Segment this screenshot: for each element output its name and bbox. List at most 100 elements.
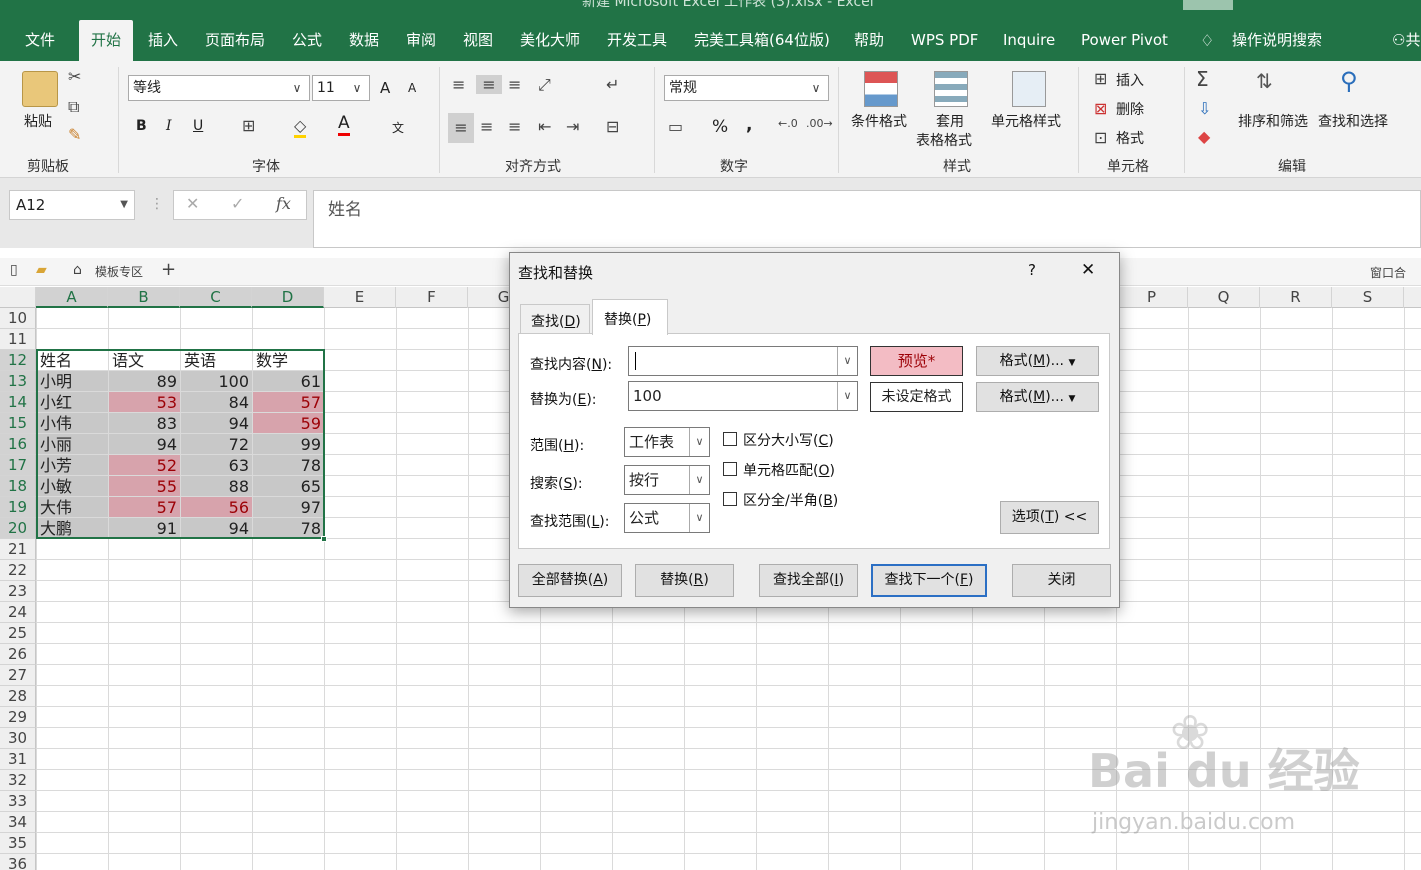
- tab-developer[interactable]: 开发工具: [607, 20, 667, 61]
- row-header[interactable]: 14: [0, 392, 36, 413]
- align-center-icon[interactable]: ≡: [480, 117, 493, 136]
- row-header[interactable]: 31: [0, 749, 36, 770]
- match-width-checkbox[interactable]: [723, 492, 737, 506]
- find-select-button[interactable]: 查找和选择: [1318, 111, 1388, 131]
- name-box[interactable]: A12 ▼: [9, 190, 135, 220]
- row-header[interactable]: 29: [0, 707, 36, 728]
- table-header-cell[interactable]: 姓名: [37, 350, 108, 370]
- table-cell[interactable]: 94: [181, 518, 252, 538]
- merge-center-icon[interactable]: ⊟: [606, 117, 619, 136]
- table-cell[interactable]: 78: [253, 455, 324, 475]
- sort-filter-button[interactable]: 排序和筛选: [1238, 111, 1308, 131]
- cancel-icon[interactable]: ✕: [186, 194, 199, 213]
- bold-button[interactable]: B: [136, 118, 147, 134]
- table-cell[interactable]: 65: [253, 476, 324, 496]
- table-cell[interactable]: 97: [253, 497, 324, 517]
- cut-icon[interactable]: ✂: [68, 67, 81, 86]
- orientation-icon[interactable]: ⤢: [538, 75, 551, 95]
- table-cell[interactable]: 小敏: [37, 476, 108, 496]
- font-family-select[interactable]: 等线 ∨: [128, 75, 310, 101]
- col-header[interactable]: E: [324, 287, 396, 308]
- row-header[interactable]: 27: [0, 665, 36, 686]
- tab-power-pivot[interactable]: Power Pivot: [1081, 20, 1168, 61]
- border-icon[interactable]: ⊞: [242, 116, 255, 135]
- tab-home[interactable]: 开始: [79, 20, 134, 61]
- align-left-icon[interactable]: ≡: [448, 113, 474, 143]
- table-header-cell[interactable]: 英语: [181, 350, 252, 370]
- row-header[interactable]: 13: [0, 371, 36, 392]
- decrease-indent-icon[interactable]: ⇤: [538, 117, 551, 136]
- row-header[interactable]: 15: [0, 413, 36, 434]
- table-cell[interactable]: 99: [253, 434, 324, 454]
- help-button[interactable]: ?: [1028, 261, 1036, 279]
- align-bottom-icon[interactable]: ≡: [508, 75, 521, 94]
- number-format-select[interactable]: 常规 ∨: [664, 75, 829, 101]
- italic-button[interactable]: I: [166, 118, 172, 134]
- scope-select[interactable]: 工作表 ∨: [624, 427, 710, 457]
- table-cell[interactable]: 59: [253, 413, 324, 433]
- tab-toolbox[interactable]: 完美工具箱(64位版): [694, 20, 830, 61]
- table-cell[interactable]: 55: [109, 476, 180, 496]
- replace-all-button[interactable]: 全部替换(A): [518, 564, 622, 597]
- phonetic-button[interactable]: 文: [392, 119, 404, 136]
- login-button[interactable]: [1183, 0, 1233, 10]
- table-cell[interactable]: 57: [253, 392, 324, 412]
- font-color-button[interactable]: A: [338, 113, 350, 136]
- table-cell[interactable]: 91: [109, 518, 180, 538]
- row-header[interactable]: 12: [0, 350, 36, 371]
- row-header[interactable]: 35: [0, 833, 36, 854]
- comma-button[interactable]: ,: [746, 115, 752, 135]
- table-cell[interactable]: 57: [109, 497, 180, 517]
- table-cell[interactable]: 72: [181, 434, 252, 454]
- close-icon[interactable]: ✕: [1081, 260, 1095, 280]
- col-header[interactable]: B: [108, 287, 180, 308]
- table-format-icon[interactable]: [934, 71, 968, 107]
- tab-replace[interactable]: 替换(P): [592, 299, 668, 335]
- table-cell[interactable]: 63: [181, 455, 252, 475]
- new-file-icon[interactable]: ▯: [10, 262, 18, 278]
- options-button[interactable]: 选项(T) <<: [1000, 501, 1099, 534]
- row-header[interactable]: 34: [0, 812, 36, 833]
- decrease-decimal-icon[interactable]: .00→: [806, 117, 833, 130]
- table-cell[interactable]: 88: [181, 476, 252, 496]
- row-header[interactable]: 19: [0, 497, 36, 518]
- find-next-button[interactable]: 查找下一个(F): [871, 564, 987, 597]
- tell-me-search[interactable]: 操作说明搜索: [1232, 20, 1322, 61]
- row-header[interactable]: 28: [0, 686, 36, 707]
- percent-button[interactable]: %: [712, 117, 728, 137]
- fill-handle[interactable]: [321, 536, 327, 542]
- table-header-cell[interactable]: 语文: [109, 350, 180, 370]
- tab-review[interactable]: 审阅: [406, 20, 436, 61]
- table-cell[interactable]: 100: [181, 371, 252, 391]
- table-cell[interactable]: 94: [181, 413, 252, 433]
- col-header[interactable]: C: [180, 287, 252, 308]
- align-right-icon[interactable]: ≡: [508, 117, 521, 136]
- tab-insert[interactable]: 插入: [148, 20, 178, 61]
- table-cell[interactable]: 89: [109, 371, 180, 391]
- row-header[interactable]: 32: [0, 770, 36, 791]
- row-header[interactable]: 36: [0, 854, 36, 870]
- template-tab[interactable]: 模板专区: [95, 263, 143, 280]
- row-header[interactable]: 24: [0, 602, 36, 623]
- tab-page-layout[interactable]: 页面布局: [205, 20, 265, 61]
- copy-icon[interactable]: ⧉: [68, 97, 79, 117]
- row-header[interactable]: 30: [0, 728, 36, 749]
- table-cell[interactable]: 大鹏: [37, 518, 108, 538]
- row-header[interactable]: 16: [0, 434, 36, 455]
- table-cell[interactable]: 小伟: [37, 413, 108, 433]
- table-cell[interactable]: 94: [109, 434, 180, 454]
- row-header[interactable]: 23: [0, 581, 36, 602]
- select-all-corner[interactable]: [0, 287, 36, 308]
- share-button[interactable]: ⚇共: [1392, 20, 1420, 61]
- row-header[interactable]: 21: [0, 539, 36, 560]
- chevron-down-icon[interactable]: ∨: [837, 382, 857, 410]
- col-header[interactable]: S: [1332, 287, 1404, 308]
- tab-beautify[interactable]: 美化大师: [520, 20, 580, 61]
- tab-data[interactable]: 数据: [349, 20, 379, 61]
- chevron-down-icon[interactable]: ∨: [837, 347, 857, 375]
- col-header[interactable]: A: [36, 287, 108, 308]
- conditional-format-button[interactable]: 条件格式: [851, 111, 907, 131]
- tab-find[interactable]: 查找(D): [520, 304, 590, 334]
- row-header[interactable]: 20: [0, 518, 36, 539]
- tab-formulas[interactable]: 公式: [292, 20, 322, 61]
